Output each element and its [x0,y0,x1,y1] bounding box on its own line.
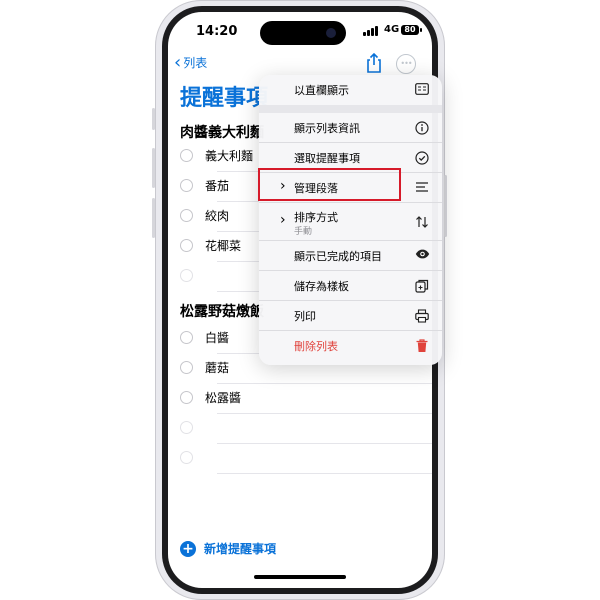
trash-icon [415,339,429,353]
checkbox-circle-icon[interactable] [180,239,193,252]
menu-item-label: 以直欄顯示 [294,84,349,97]
camera-icon [326,28,336,38]
menu-item-sublabel: 手動 [294,227,313,237]
item-label: 義大利麵 [205,149,254,163]
menu-item-label: 儲存為樣板 [294,280,349,293]
checkbox-circle-icon[interactable] [180,269,193,282]
sort-arrows-icon [415,215,429,229]
checkmark-circle-icon [415,151,429,165]
back-button[interactable]: ‹ 列表 [174,51,208,73]
eye-icon [415,249,430,263]
info-icon [415,121,429,135]
chevron-right-icon: › [280,212,286,228]
action-button [152,108,155,130]
item-label: 白醬 [205,331,230,345]
network-type: 4G [384,24,400,35]
menu-item-label: 顯示已完成的項目 [294,250,382,263]
checkbox-circle-icon[interactable] [180,361,193,374]
empty-list-item[interactable] [180,444,432,474]
share-icon[interactable] [364,52,384,74]
empty-list-item[interactable] [180,414,432,444]
menu-item-label: 顯示列表資訊 [294,122,360,135]
columns-icon [415,83,429,97]
menu-item-label: 選取提醒事項 [294,152,360,165]
battery-icon: 80 [401,25,422,35]
menu-item-show-list-info[interactable]: 顯示列表資訊 [259,113,442,143]
checkbox-circle-icon[interactable] [180,391,193,404]
list-icon [415,181,429,195]
list-item[interactable]: 松露醬 [180,384,432,414]
volume-down-button [152,198,155,238]
status-bar: 14:20 4G 80 [168,12,432,46]
more-options-icon[interactable]: ••• [396,54,416,74]
menu-item-label: 排序方式 [294,211,338,224]
menu-item-save-as-template[interactable]: 儲存為樣板 [259,271,442,301]
chevron-left-icon: ‹ [174,51,182,73]
item-label: 絞肉 [205,209,230,223]
checkbox-circle-icon[interactable] [180,179,193,192]
context-menu: 以直欄顯示 顯示列表資訊 選取提醒事項 › 管理段落 › 排序方式 手動 顯示已… [259,75,442,365]
checkbox-circle-icon[interactable] [180,451,193,464]
checkbox-circle-icon[interactable] [180,209,193,222]
plus-circle-icon: + [180,540,196,557]
item-label: 花椰菜 [205,239,242,253]
add-reminder-label: 新增提醒事項 [204,542,277,556]
menu-item-delete-list[interactable]: 刪除列表 [259,331,442,361]
menu-item-show-completed[interactable]: 顯示已完成的項目 [259,241,442,271]
menu-item-print[interactable]: 列印 [259,301,442,331]
dynamic-island [260,21,346,45]
printer-icon [415,309,429,323]
item-label: 松露醬 [205,391,242,405]
section-title: 肉醬義大利麵 [180,125,264,141]
menu-item-sort-by[interactable]: › 排序方式 手動 [259,203,442,241]
menu-item-label: 刪除列表 [294,340,338,353]
menu-item-label: 列印 [294,310,316,323]
checkbox-circle-icon[interactable] [180,331,193,344]
back-label: 列表 [183,56,208,70]
template-icon [415,279,429,293]
checkbox-circle-icon[interactable] [180,421,193,434]
menu-item-column-view[interactable]: 以直欄顯示 [259,75,442,105]
home-indicator[interactable] [254,575,346,579]
page-title: 提醒事項 [180,86,269,111]
section-title: 松露野菇燉飯 [180,304,264,320]
add-reminder-button[interactable]: + 新增提醒事項 [180,540,276,557]
highlight-box [258,168,401,201]
checkbox-circle-icon[interactable] [180,149,193,162]
power-button [444,175,447,237]
volume-up-button [152,148,155,188]
item-label: 番茄 [205,179,230,193]
status-time: 14:20 [196,24,238,39]
item-label: 蘑菇 [205,361,230,375]
menu-group-divider [259,105,442,113]
